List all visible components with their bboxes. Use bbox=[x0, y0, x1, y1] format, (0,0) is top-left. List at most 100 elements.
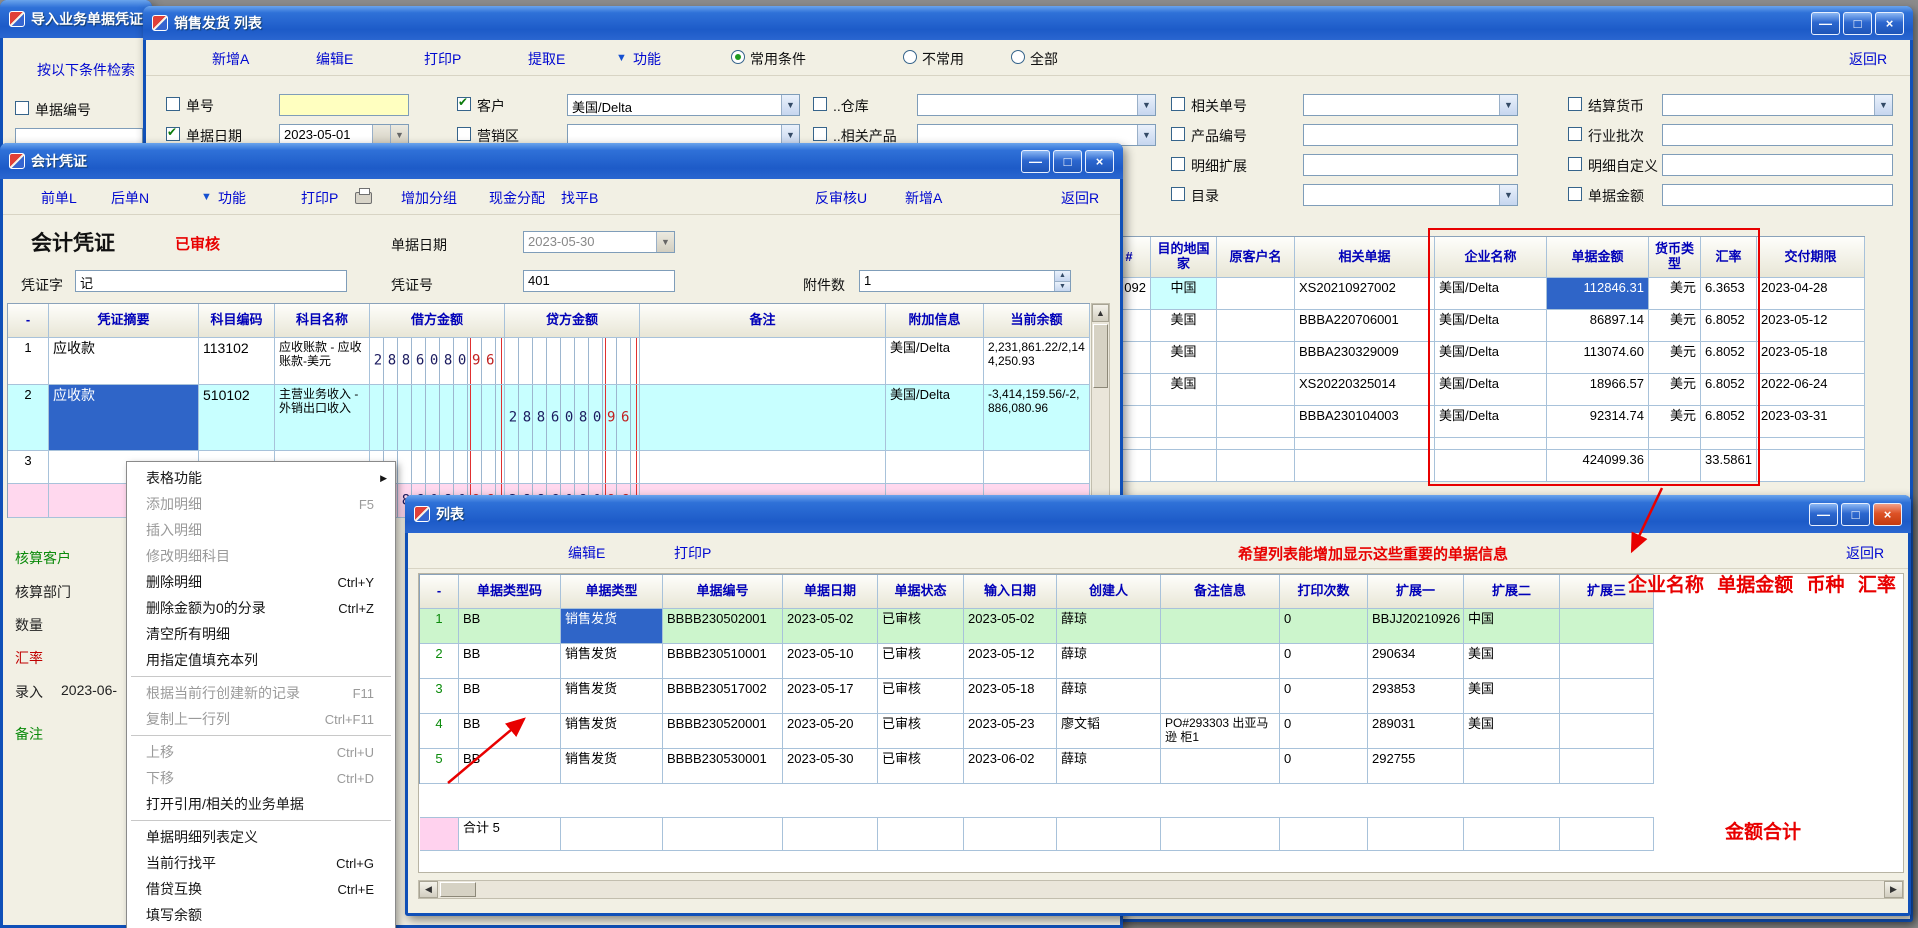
list-table-cell[interactable]: BB bbox=[459, 644, 561, 679]
voucher-note-cell[interactable] bbox=[640, 451, 886, 484]
unaudit-button[interactable]: 反审核U bbox=[815, 188, 867, 208]
list-table-cell[interactable]: BB bbox=[459, 679, 561, 714]
list-table-cell[interactable]: BBBB230520001 bbox=[663, 714, 783, 749]
sales-table-cell[interactable]: 6.8052 bbox=[1701, 374, 1757, 406]
voucher-credit-cell[interactable] bbox=[505, 338, 640, 385]
menu-item[interactable]: 打开引用/相关的业务单据 bbox=[128, 791, 394, 817]
list-table-cell[interactable]: BB bbox=[459, 714, 561, 749]
print-button[interactable]: 打印P bbox=[674, 543, 711, 563]
sales-table-cell[interactable]: 2022-06-24 bbox=[1757, 374, 1865, 406]
list-table-cell[interactable] bbox=[1464, 749, 1560, 784]
sales-table-cell[interactable]: 6.8052 bbox=[1701, 406, 1757, 438]
spin-up-icon[interactable]: ▲ bbox=[1055, 271, 1070, 282]
doc-no-checkbox[interactable] bbox=[166, 97, 180, 111]
close-button[interactable]: × bbox=[1085, 150, 1114, 173]
uncommon-radio[interactable] bbox=[903, 50, 917, 64]
next-doc-button[interactable]: 后单N bbox=[111, 188, 149, 208]
product-no-checkbox[interactable] bbox=[1171, 127, 1185, 141]
add-group-button[interactable]: 增加分组 bbox=[401, 188, 457, 208]
all-radio[interactable] bbox=[1011, 50, 1025, 64]
sales-table-cell[interactable]: 2023-04-28 bbox=[1757, 278, 1865, 310]
sales-table-cell[interactable]: 18966.57 bbox=[1547, 374, 1649, 406]
menu-item[interactable]: 借贷互换Ctrl+E bbox=[128, 876, 394, 902]
warehouse-select[interactable]: ▼ bbox=[917, 94, 1156, 116]
list-table-cell[interactable]: 薛琼 bbox=[1057, 679, 1161, 714]
back-button[interactable]: 返回R bbox=[1061, 188, 1099, 208]
sales-table-cell[interactable]: 2023-03-31 bbox=[1757, 406, 1865, 438]
list-table-cell[interactable]: 2023-05-30 bbox=[783, 749, 878, 784]
list-table-cell[interactable]: 0 bbox=[1280, 679, 1368, 714]
horizontal-scrollbar[interactable]: ◀ ▶ bbox=[418, 880, 1904, 899]
chevron-down-icon[interactable]: ▼ bbox=[390, 125, 408, 145]
sales-table-cell[interactable] bbox=[1217, 374, 1295, 406]
list-table-cell[interactable]: 293853 bbox=[1368, 679, 1464, 714]
back-button[interactable]: 返回R bbox=[1849, 49, 1887, 69]
voucher-debit-cell[interactable]: 288608096 bbox=[370, 338, 505, 385]
list-table-cell[interactable]: 2023-05-10 bbox=[783, 644, 878, 679]
list-table-cell[interactable] bbox=[1161, 679, 1280, 714]
add-button[interactable]: 新增A bbox=[212, 49, 249, 69]
voucher-note-cell[interactable] bbox=[640, 385, 886, 451]
list-table-cell[interactable]: 0 bbox=[1280, 609, 1368, 644]
list-table-cell[interactable]: 美国 bbox=[1464, 644, 1560, 679]
maximize-button[interactable]: □ bbox=[1053, 150, 1082, 173]
sales-table-cell[interactable]: XS20210927002 bbox=[1295, 278, 1435, 310]
common-condition-radio[interactable] bbox=[731, 50, 745, 64]
sales-table-cell[interactable]: 美国/Delta bbox=[1435, 310, 1547, 342]
list-table-cell[interactable]: 销售发货 bbox=[561, 749, 663, 784]
voucher-account-code-cell[interactable]: 113102 bbox=[199, 338, 275, 385]
list-table-cell[interactable]: 289031 bbox=[1368, 714, 1464, 749]
list-table-cell[interactable]: 薛琼 bbox=[1057, 749, 1161, 784]
list-table-cell[interactable]: BB bbox=[459, 609, 561, 644]
list-table-cell[interactable]: 已审核 bbox=[878, 609, 964, 644]
voucher-note-cell[interactable] bbox=[640, 338, 886, 385]
sales-table-cell[interactable]: 美元 bbox=[1649, 310, 1701, 342]
sales-table-cell[interactable]: 113074.60 bbox=[1547, 342, 1649, 374]
extract-button[interactable]: 提取E bbox=[528, 49, 565, 69]
spin-down-icon[interactable]: ▼ bbox=[1055, 282, 1070, 292]
chevron-down-icon[interactable]: ▼ bbox=[656, 232, 674, 252]
calendar-icon[interactable] bbox=[372, 125, 390, 145]
list-table-cell[interactable]: 2023-05-02 bbox=[964, 609, 1057, 644]
scroll-right-icon[interactable]: ▶ bbox=[1884, 881, 1903, 898]
import-window-titlebar[interactable]: 导入业务单据凭证 bbox=[0, 0, 152, 38]
voucher-no-input[interactable]: 401 bbox=[523, 270, 675, 292]
list-table-cell[interactable]: 292755 bbox=[1368, 749, 1464, 784]
sales-table-cell[interactable]: BBBA230329009 bbox=[1295, 342, 1435, 374]
attachment-count-stepper[interactable]: 1 ▲▼ bbox=[859, 270, 1071, 292]
menu-item[interactable]: 表格功能▶ bbox=[128, 465, 394, 491]
list-table-cell[interactable] bbox=[1560, 609, 1654, 644]
minimize-button[interactable]: — bbox=[1809, 503, 1838, 526]
voucher-debit-cell[interactable] bbox=[370, 385, 505, 451]
edit-button[interactable]: 编辑E bbox=[316, 49, 353, 69]
voucher-summary-cell[interactable]: 应收款 bbox=[49, 385, 199, 451]
sales-window-titlebar[interactable]: 销售发货 列表 — □ × bbox=[143, 6, 1913, 40]
list-table-cell[interactable]: 已审核 bbox=[878, 749, 964, 784]
chevron-down-icon[interactable]: ▼ bbox=[1874, 95, 1892, 115]
chevron-down-icon[interactable]: ▼ bbox=[1137, 95, 1155, 115]
doc-amount-input[interactable] bbox=[1662, 184, 1893, 206]
chevron-down-icon[interactable]: ▼ bbox=[781, 125, 799, 145]
voucher-credit-cell[interactable] bbox=[505, 451, 640, 484]
list-table-cell[interactable]: 290634 bbox=[1368, 644, 1464, 679]
list-table-cell[interactable]: 已审核 bbox=[878, 644, 964, 679]
list-table-cell[interactable]: 已审核 bbox=[878, 714, 964, 749]
list-table-cell[interactable]: 0 bbox=[1280, 644, 1368, 679]
close-button[interactable]: × bbox=[1873, 503, 1902, 526]
edit-button[interactable]: 编辑E bbox=[568, 543, 605, 563]
sales-table-cell[interactable]: BBBA220706001 bbox=[1295, 310, 1435, 342]
sales-table-cell[interactable]: 美元 bbox=[1649, 406, 1701, 438]
voucher-extra-info-cell[interactable] bbox=[886, 451, 984, 484]
func-menu-button[interactable]: 功能 bbox=[218, 188, 246, 208]
sales-table-cell[interactable] bbox=[1217, 406, 1295, 438]
menu-item[interactable]: 清空所有明细 bbox=[128, 621, 394, 647]
voucher-account-code-cell[interactable]: 510102 bbox=[199, 385, 275, 451]
warehouse-checkbox[interactable] bbox=[813, 97, 827, 111]
balance-button[interactable]: 找平B bbox=[561, 188, 598, 208]
list-table-cell[interactable]: 美国 bbox=[1464, 679, 1560, 714]
sales-table-cell[interactable] bbox=[1151, 406, 1217, 438]
list-table-cell[interactable]: 销售发货 bbox=[561, 714, 663, 749]
list-table-cell[interactable]: 销售发货 bbox=[561, 679, 663, 714]
list-table-cell[interactable]: 0 bbox=[1280, 714, 1368, 749]
doc-amount-checkbox[interactable] bbox=[1568, 187, 1582, 201]
